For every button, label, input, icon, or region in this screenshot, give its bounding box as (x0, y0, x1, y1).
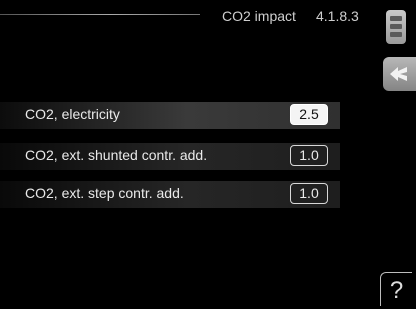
setting-row-ext-shunted[interactable]: CO2, ext. shunted contr. add. 1.0 (0, 143, 340, 170)
setting-label-ext-shunted: CO2, ext. shunted contr. add. (25, 147, 208, 163)
setting-value-ext-step[interactable]: 1.0 (290, 183, 328, 204)
scroll-notch (390, 32, 402, 37)
setting-row-ext-step[interactable]: CO2, ext. step contr. add. 1.0 (0, 181, 340, 208)
setting-value-ext-shunted[interactable]: 1.0 (290, 145, 328, 166)
header-divider (0, 14, 200, 15)
setting-label-ext-step: CO2, ext. step contr. add. (25, 185, 184, 201)
setting-label-electricity: CO2, electricity (25, 106, 120, 122)
back-arrow-icon[interactable] (383, 57, 416, 91)
scroll-notch (390, 24, 402, 29)
help-icon[interactable]: ? (380, 272, 412, 306)
setting-value-electricity[interactable]: 2.5 (290, 104, 328, 125)
setting-row-electricity[interactable]: CO2, electricity 2.5 (0, 102, 340, 129)
display-screen: CO2 impact 4.1.8.3 CO2, electricity 2.5 … (0, 0, 416, 309)
menu-number: 4.1.8.3 (316, 8, 359, 24)
menu-title: CO2 impact (222, 8, 296, 24)
back-arrow-glyph (390, 67, 407, 81)
scroll-indicator-icon[interactable] (386, 10, 406, 44)
scroll-notch (390, 16, 402, 21)
